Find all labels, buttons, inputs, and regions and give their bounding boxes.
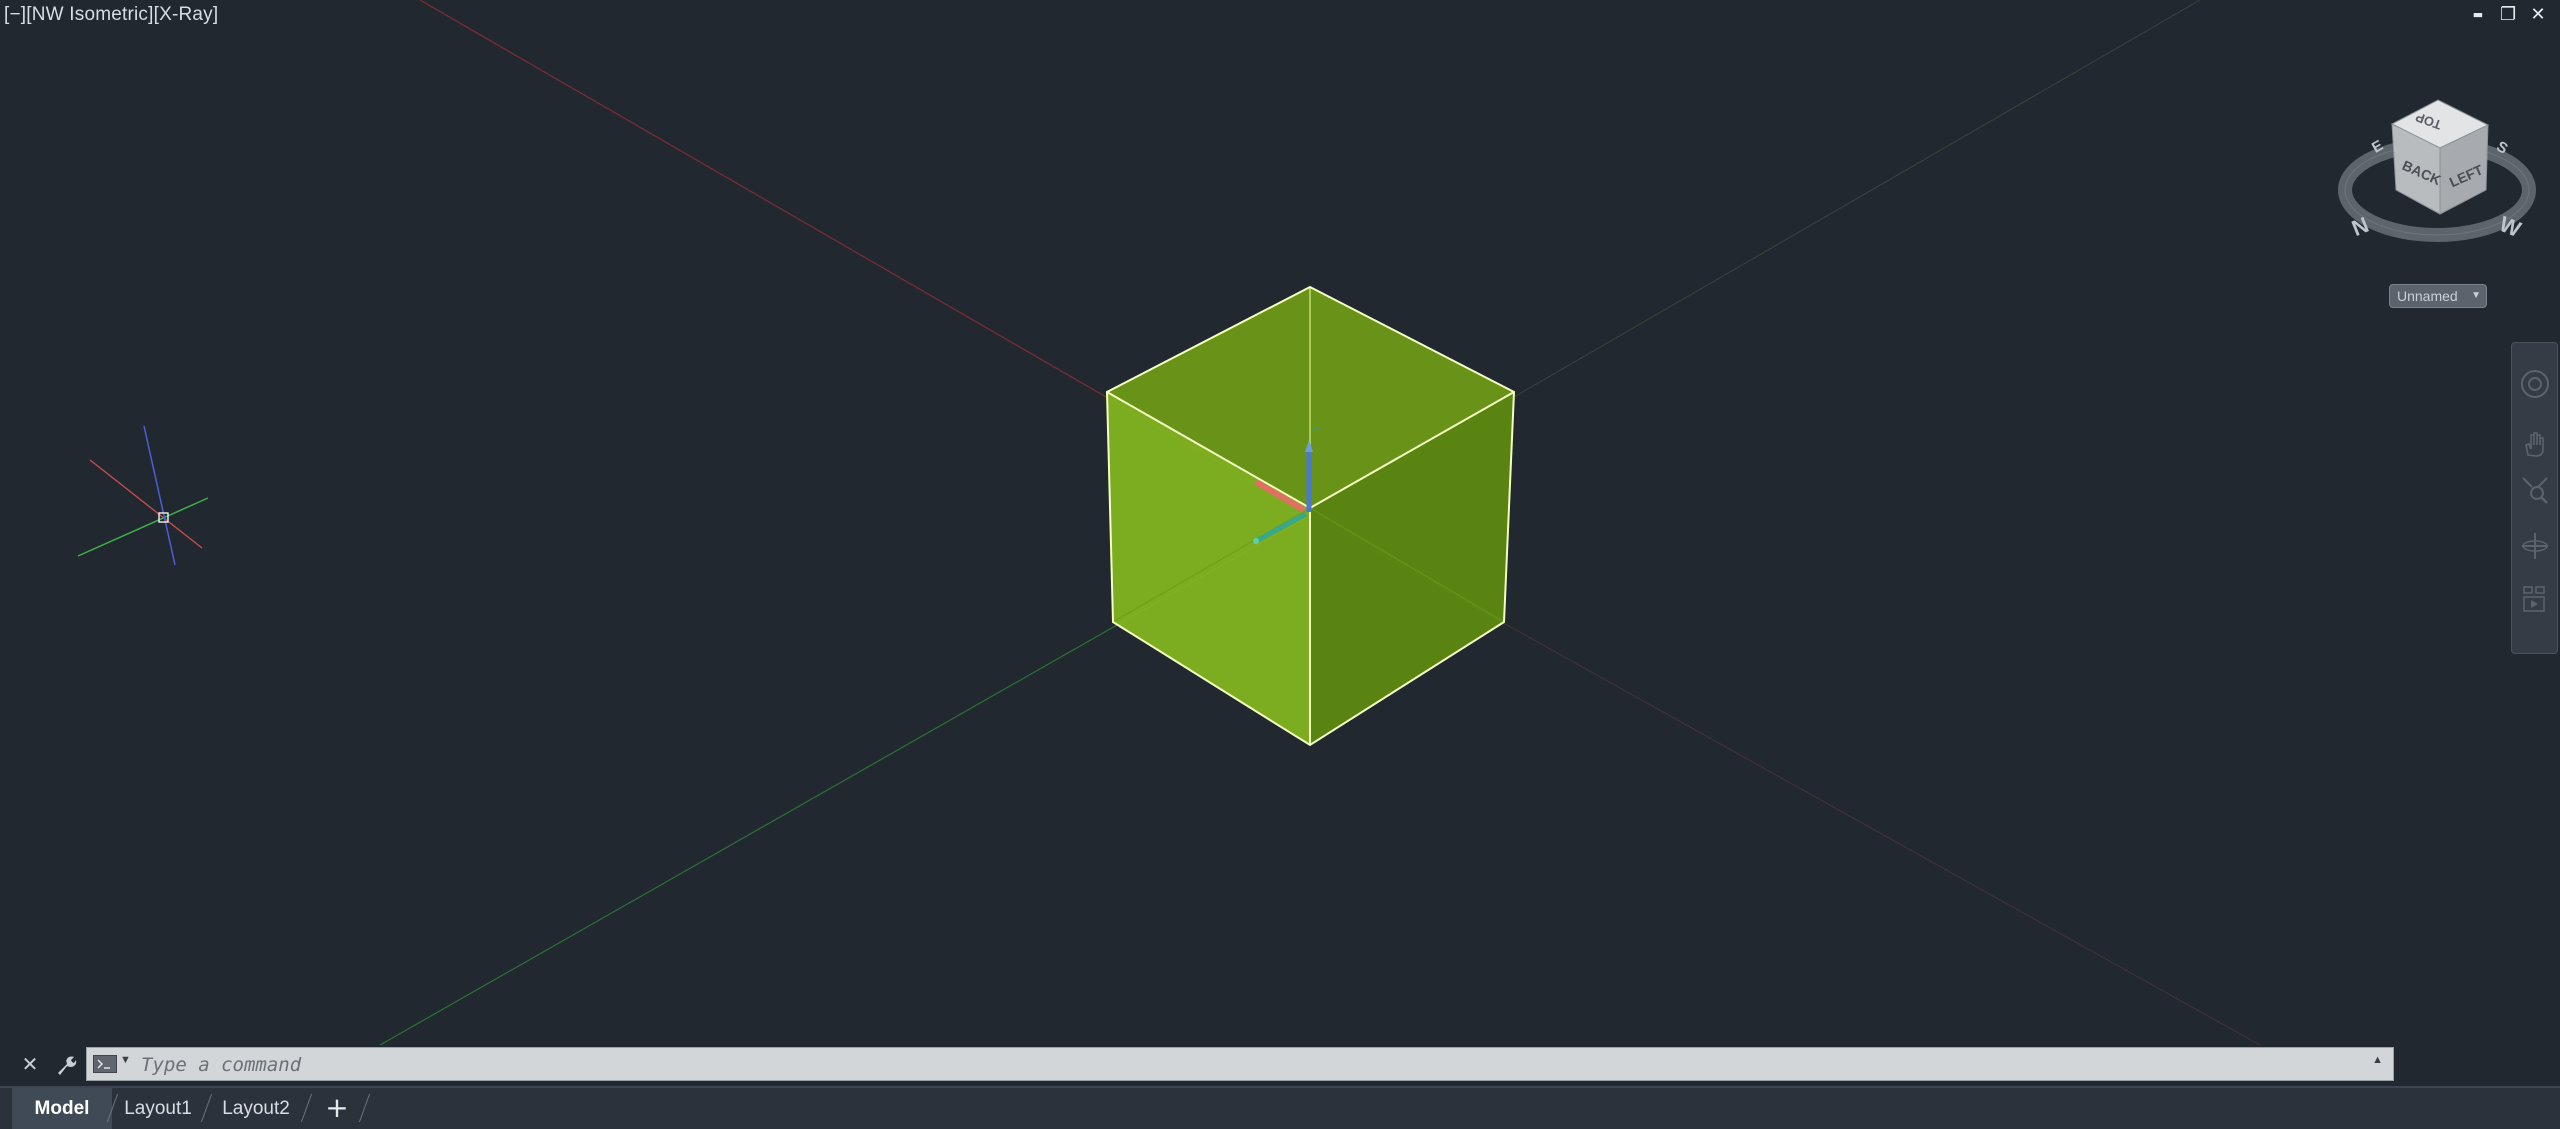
crosshair-green-line xyxy=(77,497,209,557)
steering-wheel-icon[interactable] xyxy=(2518,367,2552,401)
command-line: ✕ ▼ ▲ xyxy=(0,1045,2560,1084)
crosshair-blue-line xyxy=(143,425,176,566)
tab-separator xyxy=(300,1094,315,1122)
restore-button[interactable]: ❐ xyxy=(2500,4,2516,26)
tab-layout1[interactable]: Layout1 xyxy=(120,1088,196,1129)
chevron-down-icon: ▼ xyxy=(2471,290,2481,301)
wrench-icon[interactable] xyxy=(54,1053,78,1077)
command-input-box[interactable]: ▼ ▲ xyxy=(86,1047,2394,1082)
model-viewport[interactable]: [−][NW Isometric][X-Ray] ▬ ❐ ✕ TOP BACK … xyxy=(0,0,2560,1129)
3d-scene[interactable] xyxy=(0,0,2560,1129)
named-view-dropdown[interactable]: Unnamed ▼ xyxy=(2389,284,2487,308)
orbit-icon[interactable] xyxy=(2518,529,2552,563)
tab-separator xyxy=(200,1094,215,1122)
viewcube[interactable]: TOP BACK LEFT N W S E xyxy=(2330,90,2540,270)
tab-model[interactable]: Model xyxy=(12,1088,112,1129)
pan-hand-icon[interactable] xyxy=(2518,427,2552,461)
viewport-controls-label[interactable]: [−][NW Isometric][X-Ray] xyxy=(4,4,218,26)
close-icon[interactable]: ✕ xyxy=(18,1053,42,1077)
chevron-down-icon[interactable]: ▼ xyxy=(120,1054,131,1066)
add-layout-button[interactable]: + xyxy=(322,1088,352,1129)
command-prompt-icon[interactable] xyxy=(93,1055,117,1073)
tab-separator xyxy=(358,1094,373,1122)
chevron-up-icon[interactable]: ▲ xyxy=(2372,1054,2383,1066)
crosshair-cursor xyxy=(77,425,209,566)
prompt-glyph xyxy=(97,1059,110,1069)
command-input[interactable] xyxy=(139,1048,2343,1082)
navigation-bar[interactable] xyxy=(2511,342,2558,654)
layout-tab-bar: Model Layout1 Layout2 + xyxy=(0,1086,2560,1129)
named-view-label: Unnamed xyxy=(2397,288,2458,304)
crosshair-red-line xyxy=(89,459,203,549)
minimize-button[interactable]: ▬ xyxy=(2470,4,2486,26)
tab-layout2[interactable]: Layout2 xyxy=(214,1088,298,1129)
viewcube-graphic[interactable]: TOP BACK LEFT N W S E xyxy=(2330,90,2540,270)
close-button[interactable]: ✕ xyxy=(2530,4,2546,26)
box-solid[interactable] xyxy=(1105,285,1516,747)
gizmo-y-tip xyxy=(1253,538,1259,544)
customize-wrench-graphic xyxy=(58,1056,77,1075)
window-controls: ▬ ❐ ✕ xyxy=(2470,4,2546,26)
showmotion-icon[interactable] xyxy=(2518,583,2552,617)
zoom-extents-icon[interactable] xyxy=(2518,473,2552,507)
